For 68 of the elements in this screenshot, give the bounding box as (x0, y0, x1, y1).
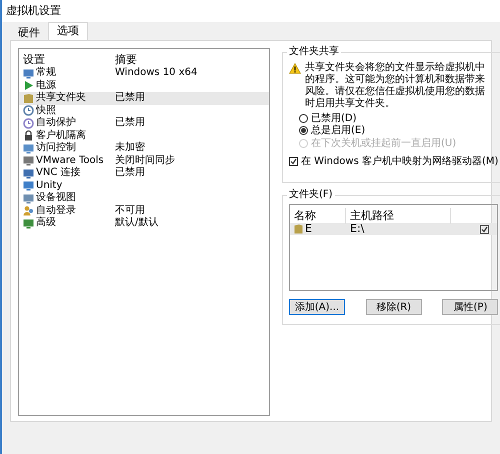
settings-row[interactable]: 访问控制 未加密 (19, 142, 269, 154)
setting-name: 电源 (36, 80, 56, 91)
checkbox[interactable] (480, 224, 490, 234)
folder-row[interactable]: E E:\ (290, 223, 498, 235)
monitor-icon (23, 192, 34, 204)
setting-name: 常规 (36, 68, 56, 78)
settings-row[interactable]: VNC 连接 已禁用 (19, 167, 269, 180)
setting-summary: 未加密 (115, 143, 145, 154)
setting-summary: 默认/默认 (115, 218, 158, 228)
group-title: 文件夹共享 (287, 46, 341, 58)
monitor-icon (23, 168, 34, 179)
settings-row[interactable]: 自动保护 已禁用 (19, 117, 269, 130)
setting-name: Unity (36, 180, 62, 191)
play-icon (23, 80, 34, 92)
monitor-icon (23, 155, 34, 166)
setting-summary: 关闭时间同步 (115, 156, 175, 166)
settings-row[interactable]: 设备视图 (19, 192, 269, 204)
group-title: 文件夹(F) (287, 189, 335, 201)
setting-name: 自动登录 (36, 206, 76, 216)
monitor-icon (23, 142, 34, 154)
radio-option[interactable]: 总是启用(E) (299, 124, 498, 137)
monitor-icon (23, 68, 34, 79)
column-header: 设置 (23, 52, 46, 66)
settings-row[interactable]: Unity (19, 180, 269, 192)
window-title: 虚拟机设置 (6, 2, 61, 19)
radio-button[interactable] (299, 126, 308, 136)
map-drive-checkbox[interactable]: 在 Windows 客户机中映射为网络驱动器(M) (289, 154, 498, 168)
folder-icon (294, 224, 303, 234)
dialog-button[interactable]: 移除(R) (366, 299, 422, 315)
setting-name: 访问控制 (36, 143, 76, 154)
monitor-icon (23, 218, 34, 229)
radio-button[interactable] (299, 114, 308, 123)
clock-icon (23, 118, 34, 129)
setting-summary: 已禁用 (115, 93, 145, 104)
folder-icon (23, 92, 34, 104)
setting-summary: 不可用 (115, 206, 145, 216)
setting-name: VMware Tools (36, 156, 104, 166)
tab[interactable]: 选项 (48, 22, 88, 40)
setting-name: 客户机隔离 (36, 130, 86, 141)
setting-summary: 已禁用 (115, 118, 145, 128)
setting-name: 设备视图 (36, 193, 76, 204)
column-header: 摘要 (115, 52, 137, 67)
tab[interactable]: 硬件 (10, 25, 48, 40)
clock-icon (23, 105, 34, 116)
setting-name: 共享文件夹 (36, 93, 86, 104)
settings-row[interactable]: 客户机隔离 (19, 130, 269, 142)
setting-summary: Windows 10 x64 (115, 68, 198, 78)
settings-row[interactable]: 共享文件夹 已禁用 (19, 92, 269, 104)
settings-row[interactable]: VMware Tools 关闭时间同步 (19, 154, 269, 167)
setting-name: VNC 连接 (36, 168, 80, 178)
radio-option[interactable]: 已禁用(D) (299, 112, 498, 124)
setting-name: 高级 (36, 218, 56, 228)
settings-row[interactable]: 自动登录 不可用 (19, 204, 269, 217)
lock-icon (23, 130, 34, 142)
checkbox[interactable] (289, 156, 298, 166)
setting-summary: 已禁用 (115, 168, 145, 178)
warning-text: 共享文件夹会将您的文件显示给虚拟机中的程序。这可能为您的计算机和数据带来风险。请仅在您信任虚拟机使用您的数据时启用共享文件夹。 (305, 62, 485, 110)
dialog-button[interactable]: 属性(P) (442, 299, 498, 315)
setting-name: 快照 (36, 106, 56, 116)
monitor-icon (23, 180, 34, 192)
settings-row[interactable]: 高级 默认/默认 (19, 217, 269, 230)
settings-row[interactable]: 电源 (19, 80, 269, 92)
settings-row[interactable]: 常规 Windows 10 x64 (19, 67, 269, 80)
users-icon (23, 205, 34, 216)
warning-icon (289, 63, 301, 74)
settings-row[interactable]: 快照 (19, 104, 269, 117)
dialog-button[interactable]: 添加(A)... (289, 299, 345, 315)
setting-name: 自动保护 (36, 118, 76, 128)
